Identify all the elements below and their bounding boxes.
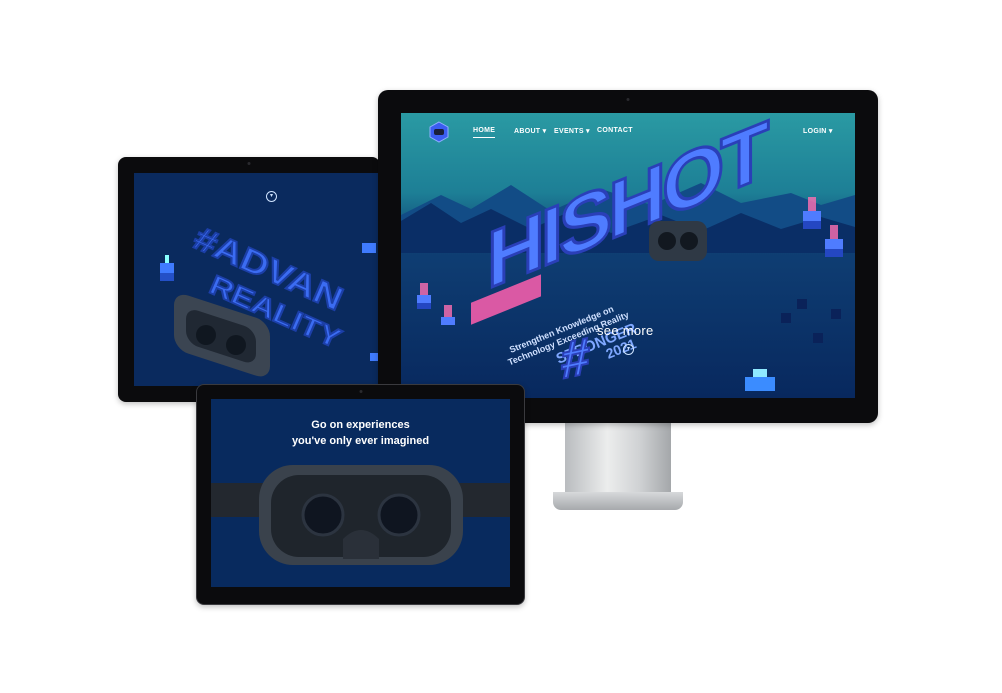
tablet-front-screen: Go on experiences you've only ever imagi… xyxy=(211,399,510,587)
tablet-front-camera xyxy=(359,390,362,393)
monitor-stand xyxy=(565,423,671,495)
scroll-down-icon[interactable]: ▾ xyxy=(623,344,634,355)
monitor-camera xyxy=(626,98,630,101)
tablet-device: ▾ #ADVAN REALITY xyxy=(118,157,380,402)
hero-art: HISHOT Strengthen Knowledge on Technolog… xyxy=(417,113,843,392)
monitor-device: HOME ABOUT ▾ EVENTS ▾ CONTACT LOGIN ▾ HI… xyxy=(378,90,878,423)
tablet-hero-art: #ADVAN REALITY xyxy=(160,218,380,377)
vr-headset-icon xyxy=(211,465,510,565)
tablet-front-device: Go on experiences you've only ever imagi… xyxy=(196,384,525,605)
hero-logo-text: HISHOT xyxy=(487,113,768,306)
monitor-stand-base xyxy=(553,492,683,510)
see-more-link[interactable]: see more xyxy=(597,323,654,338)
vr-headset-icon xyxy=(649,221,707,261)
monitor-screen: HOME ABOUT ▾ EVENTS ▾ CONTACT LOGIN ▾ HI… xyxy=(401,113,855,398)
hero-hash-text: # xyxy=(561,326,590,390)
tablet-screen: ▾ #ADVAN REALITY xyxy=(134,173,380,386)
tablet-camera xyxy=(247,162,251,165)
